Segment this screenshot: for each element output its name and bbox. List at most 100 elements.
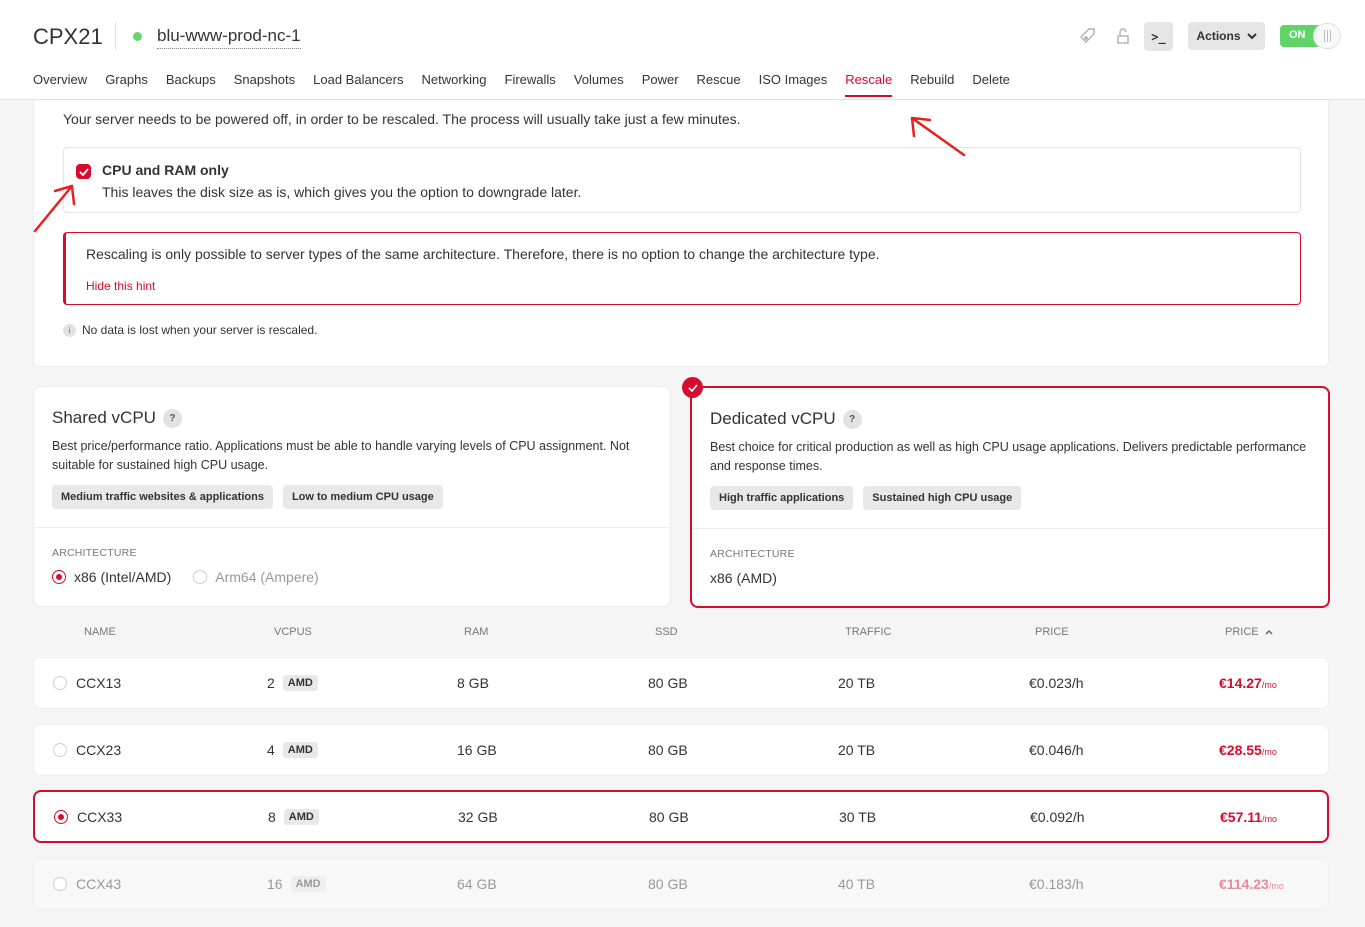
tab-networking[interactable]: Networking <box>421 72 486 97</box>
dedicated-vcpu-chips: High traffic applications Sustained high… <box>710 486 1022 510</box>
server-type-row[interactable]: CCX33 8 AMD 32 GB 80 GB 30 TB €0.092/h €57.11/m… <box>33 790 1329 843</box>
tab-graphs[interactable]: Graphs <box>105 72 148 97</box>
row-radio[interactable] <box>53 877 67 891</box>
server-type-row[interactable]: CCX43 16 AMD 64 GB 80 GB 40 TB €0.183/h €114.23… <box>33 858 1329 910</box>
server-name[interactable]: blu-www-prod-nc-1 <box>157 26 301 49</box>
architecture-label: ARCHITECTURE <box>52 547 137 559</box>
cell-traffic: 30 TB <box>839 808 877 825</box>
shared-vcpu-card[interactable]: Shared vCPU ? Best price/performance rat… <box>33 386 671 607</box>
server-types-table-header: NAME VCPUS RAM SSD TRAFFIC PRICE PRICE <box>33 626 1329 642</box>
arch-option-arm64[interactable]: Arm64 (Ampere) <box>193 569 319 585</box>
tab-rebuild[interactable]: Rebuild <box>910 72 954 97</box>
dedicated-vcpu-card[interactable]: Dedicated vCPU ? Best choice for critica… <box>690 386 1330 608</box>
rescale-panel: Your server needs to be powered off, in … <box>33 100 1329 367</box>
usage-chip: High traffic applications <box>710 486 854 510</box>
console-button[interactable]: >_ <box>1144 22 1173 51</box>
server-type-row[interactable]: CCX23 4 AMD 16 GB 80 GB 20 TB €0.046/h €28.55/m… <box>33 724 1329 776</box>
tab-backups[interactable]: Backups <box>166 72 216 97</box>
selected-check-icon <box>682 377 703 398</box>
dedicated-vcpu-title-text: Dedicated vCPU <box>710 409 836 428</box>
cpu-vendor-badge: AMD <box>282 742 318 758</box>
row-radio[interactable] <box>53 676 67 690</box>
tab-power[interactable]: Power <box>642 72 679 97</box>
arch-option-x86[interactable]: x86 (Intel/AMD) <box>52 569 171 585</box>
cell-ram: 8 GB <box>457 675 489 691</box>
col-vcpus[interactable]: VCPUS <box>274 626 312 638</box>
card-divider <box>34 527 670 528</box>
status-indicator <box>133 32 142 41</box>
vcpu-count: 16 <box>267 876 283 892</box>
help-icon[interactable]: ? <box>842 409 862 429</box>
server-type: CPX21 <box>33 24 103 49</box>
tab-iso-images[interactable]: ISO Images <box>759 72 828 97</box>
tab-snapshots[interactable]: Snapshots <box>234 72 295 97</box>
radio-x86[interactable] <box>52 570 66 584</box>
row-radio[interactable] <box>53 743 67 757</box>
cell-price-monthly: €28.55/mo <box>1219 742 1277 758</box>
vcpu-count: 2 <box>267 675 275 691</box>
tag-icon[interactable] <box>1076 24 1100 48</box>
arch-option-label: x86 (Intel/AMD) <box>74 569 172 585</box>
power-toggle-knob[interactable] <box>1313 23 1341 49</box>
dedicated-vcpu-description: Best choice for critical production as w… <box>710 440 1307 473</box>
monthly-price: €57.11 <box>1220 808 1263 825</box>
cpu-ram-only-option[interactable]: CPU and RAM only This leaves the disk si… <box>63 147 1301 213</box>
cell-name: CCX43 <box>76 876 122 892</box>
server-type-row[interactable]: CCX13 2 AMD 8 GB 80 GB 20 TB €0.023/h €14.27/mo <box>33 657 1329 709</box>
sort-asc-icon <box>1265 629 1273 635</box>
console-icon: >_ <box>1151 29 1166 44</box>
cell-ram: 32 GB <box>458 808 498 825</box>
col-price-monthly-label: PRICE <box>1225 626 1259 638</box>
col-name[interactable]: NAME <box>84 626 116 638</box>
hint-text: Rescaling is only possible to server typ… <box>86 246 880 262</box>
option-title: CPU and RAM only <box>102 162 229 178</box>
cell-price-monthly: €57.11/mo <box>1220 809 1277 825</box>
power-toggle-label: ON <box>1289 29 1306 41</box>
cell-price-hourly: €0.046/h <box>1029 742 1084 758</box>
col-traffic[interactable]: TRAFFIC <box>845 626 891 638</box>
cell-vcpus: 2 AMD <box>267 675 318 691</box>
tab-firewalls[interactable]: Firewalls <box>505 72 556 97</box>
col-ssd[interactable]: SSD <box>655 626 678 638</box>
tab-volumes[interactable]: Volumes <box>574 72 624 97</box>
monthly-price: €114.23 <box>1219 876 1269 892</box>
cell-name: CCX33 <box>77 808 123 825</box>
cpu-vendor-badge: AMD <box>290 876 326 892</box>
cell-vcpus: 16 AMD <box>267 876 326 892</box>
lock-icon[interactable] <box>1111 24 1135 48</box>
checkmark-icon <box>78 167 89 176</box>
cpu-vendor-badge: AMD <box>282 675 318 691</box>
power-toggle[interactable]: ON <box>1280 23 1341 49</box>
help-icon[interactable]: ? <box>162 408 182 428</box>
architecture-label: ARCHITECTURE <box>710 548 795 560</box>
cpu-ram-only-checkbox[interactable] <box>76 164 91 179</box>
architecture-hint: Rescaling is only possible to server typ… <box>63 232 1301 305</box>
tab-overview[interactable]: Overview <box>33 72 87 97</box>
shared-vcpu-title-text: Shared vCPU <box>52 408 156 427</box>
header-divider <box>115 22 116 50</box>
cell-price-hourly: €0.023/h <box>1029 675 1084 691</box>
tab-delete[interactable]: Delete <box>972 72 1010 97</box>
usage-chip: Sustained high CPU usage <box>863 486 1022 510</box>
hide-hint-link[interactable]: Hide this hint <box>86 279 155 293</box>
tab-rescale[interactable]: Rescale <box>845 72 893 97</box>
radio-arm64[interactable] <box>193 570 208 584</box>
cell-name: CCX23 <box>76 742 122 758</box>
monthly-unit: /mo <box>1261 747 1277 757</box>
col-ram[interactable]: RAM <box>464 626 488 638</box>
tab-rescue[interactable]: Rescue <box>697 72 741 97</box>
cell-name: CCX13 <box>76 675 122 691</box>
info-icon: i <box>63 323 76 337</box>
monthly-unit: /mo <box>1262 813 1278 824</box>
rescale-intro: Your server needs to be powered off, in … <box>63 111 741 127</box>
server-header: CPX21 blu-www-prod-nc-1 >_ Actions ON Ov… <box>0 0 1365 100</box>
cell-vcpus: 8 AMD <box>268 808 319 825</box>
row-radio[interactable] <box>54 809 68 824</box>
actions-button[interactable]: Actions <box>1188 22 1265 50</box>
usage-chip: Medium traffic websites & applications <box>52 485 273 509</box>
col-price-monthly[interactable]: PRICE <box>1225 626 1273 638</box>
card-divider <box>692 528 1328 529</box>
monthly-unit: /mo <box>1268 881 1284 891</box>
col-price-hourly[interactable]: PRICE <box>1035 626 1069 638</box>
tab-load-balancers[interactable]: Load Balancers <box>313 72 403 97</box>
